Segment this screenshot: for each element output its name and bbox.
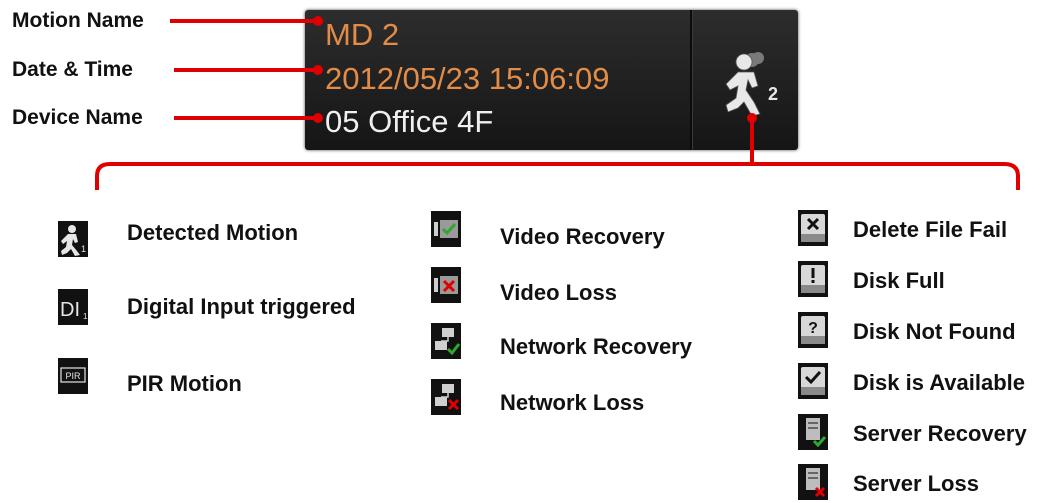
svg-text:DI: DI: [60, 299, 80, 321]
legend-label: Disk is Available: [853, 370, 1026, 395]
legend-label: Video Recovery: [500, 224, 665, 249]
svg-text:?: ?: [808, 320, 818, 337]
svg-text:PIR: PIR: [65, 371, 81, 381]
disk-available-icon: [798, 363, 828, 399]
svg-text:1: 1: [83, 312, 88, 321]
legend-label: Delete File Fail: [853, 217, 1008, 242]
legend-label: Server Recovery: [853, 421, 1027, 446]
pir-icon: PIR: [58, 358, 88, 394]
video-recovery-icon: [431, 211, 461, 247]
network-recovery-icon: [431, 323, 461, 359]
digital-input-icon: DI 1: [58, 289, 88, 325]
network-loss-icon: [431, 379, 461, 415]
server-loss-icon: [798, 464, 828, 500]
legend-label: Network Loss: [500, 390, 645, 415]
server-recovery-icon: [798, 414, 828, 450]
legend-label: Server Loss: [853, 471, 979, 496]
legend-label: PIR Motion: [127, 371, 242, 396]
video-loss-icon: [431, 267, 461, 303]
disk-full-icon: [798, 261, 828, 297]
legend-label: Video Loss: [500, 280, 617, 305]
svg-text:1: 1: [81, 244, 86, 254]
legend-label: Detected Motion: [127, 220, 299, 245]
disk-not-found-icon: ?: [798, 312, 828, 348]
delete-file-fail-icon: [798, 210, 828, 246]
legend-label: Disk Full: [853, 268, 945, 293]
legend-label: Disk Not Found: [853, 319, 1016, 344]
motion-icon: 1: [58, 221, 88, 257]
legend-label: Network Recovery: [500, 334, 692, 359]
legend-label: Digital Input triggered: [127, 294, 356, 319]
